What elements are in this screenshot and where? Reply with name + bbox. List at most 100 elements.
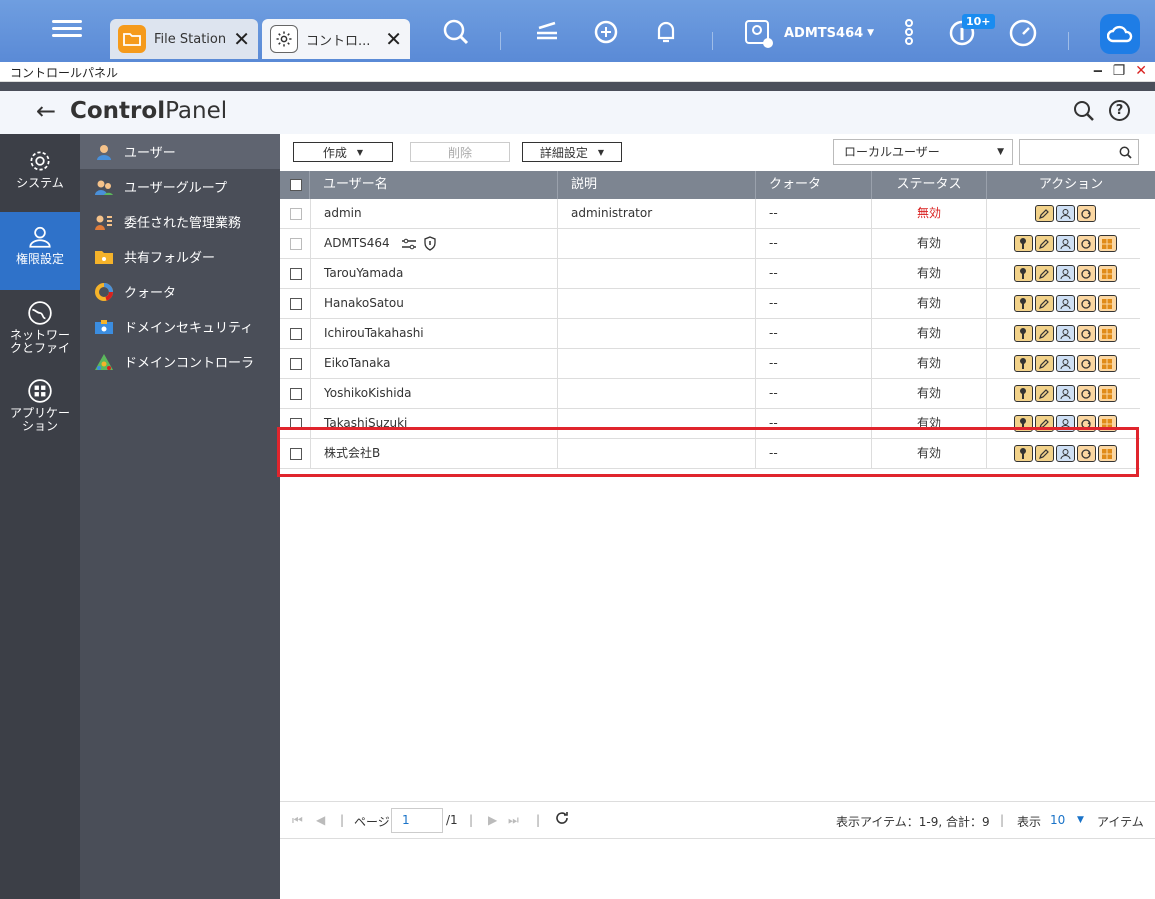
table-row[interactable]: YoshikoKishida -- 有効 [280,379,1140,409]
items-per-page-select[interactable]: 10 [1050,813,1065,827]
application-privilege-icon[interactable] [1097,385,1117,402]
edit-profile-icon[interactable] [1034,325,1054,342]
edit-group-icon[interactable] [1055,205,1075,222]
chevron-down-icon[interactable]: ▼ [1077,815,1084,825]
column-header-description[interactable]: 説明 [558,171,756,199]
edit-profile-icon[interactable] [1034,385,1054,402]
subnav-item-shared-folders[interactable]: 共有フォルダー [80,239,280,274]
advanced-settings-button[interactable]: 詳細設定 ▼ [522,142,622,162]
row-checkbox[interactable] [290,388,302,400]
change-password-icon[interactable] [1013,265,1033,282]
minimize-button[interactable]: ‒ [1093,63,1103,79]
edit-folder-permission-icon[interactable] [1076,205,1096,222]
delete-button[interactable]: 削除 [410,142,510,162]
subnav-item-users[interactable]: ユーザー [80,134,280,169]
first-page-icon[interactable]: ⏮ [292,813,303,828]
change-password-icon[interactable] [1013,385,1033,402]
edit-folder-permission-icon[interactable] [1076,325,1096,342]
show-label: 表示 [1017,815,1042,829]
main-menu-icon[interactable] [52,16,82,46]
application-privilege-icon[interactable] [1097,265,1117,282]
change-password-icon[interactable] [1013,235,1033,252]
edit-group-icon[interactable] [1055,265,1075,282]
subnav-item-quota[interactable]: クォータ [80,274,280,309]
table-row[interactable]: admin administrator -- 無効 [280,199,1140,229]
row-checkbox[interactable] [290,238,302,250]
search-icon[interactable] [1073,100,1095,125]
prev-page-icon[interactable]: ◀ [316,813,325,827]
row-checkbox[interactable] [290,328,302,340]
close-tab-icon[interactable]: ✕ [385,27,402,51]
back-arrow-icon[interactable]: ← [36,97,56,125]
change-password-icon[interactable] [1013,325,1033,342]
select-all-checkbox[interactable] [290,179,302,191]
row-checkbox[interactable] [290,268,302,280]
create-button[interactable]: 作成 ▼ [293,142,393,162]
sidebar-item-network-file[interactable]: ネットワー クとファイ [0,300,80,366]
edit-group-icon[interactable] [1055,325,1075,342]
notification-badge: 10+ [962,14,995,29]
table-row[interactable]: IchirouTakahashi -- 有効 [280,319,1140,349]
subnav-item-user-groups[interactable]: ユーザーグループ [80,169,280,204]
edit-group-icon[interactable] [1055,355,1075,372]
edit-folder-permission-icon[interactable] [1076,355,1096,372]
application-privilege-icon[interactable] [1097,325,1117,342]
row-checkbox[interactable] [290,358,302,370]
close-tab-icon[interactable]: ✕ [233,27,250,51]
more-options-icon[interactable] [895,18,923,46]
tab-control-panel[interactable]: コントロ... ✕ [262,19,410,59]
edit-group-icon[interactable] [1055,235,1075,252]
column-header-status[interactable]: ステータス [872,171,987,199]
stack-icon[interactable] [533,18,561,46]
edit-folder-permission-icon[interactable] [1076,235,1096,252]
edit-profile-icon[interactable] [1034,355,1054,372]
edit-group-icon[interactable] [1055,295,1075,312]
restore-button[interactable]: ❐ [1113,63,1126,79]
change-password-icon[interactable] [1013,355,1033,372]
table-row[interactable]: ADMTS464 -- 有効 [280,229,1140,259]
edit-group-icon[interactable] [1055,385,1075,402]
edit-profile-icon[interactable] [1034,205,1054,222]
cloud-icon[interactable] [1100,14,1140,54]
edit-profile-icon[interactable] [1034,265,1054,282]
dashboard-gauge-icon[interactable] [1008,18,1037,47]
edit-folder-permission-icon[interactable] [1076,385,1096,402]
column-header-quota[interactable]: クォータ [756,171,872,199]
edit-folder-permission-icon[interactable] [1076,295,1096,312]
table-row[interactable]: HanakoSatou -- 有効 [280,289,1140,319]
column-header-action: アクション [1038,177,1104,192]
subnav-item-delegated-admin[interactable]: 委任された管理業務 [80,204,280,239]
next-page-icon[interactable]: ▶ [488,813,497,827]
user-menu[interactable]: ADMTS464 ▼ [744,18,874,48]
row-checkbox[interactable] [290,208,302,220]
refresh-icon[interactable] [555,811,569,828]
search-icon[interactable] [442,18,470,46]
help-icon[interactable]: ? [1109,100,1130,121]
sidebar-item-applications[interactable]: アプリケー ション [0,378,80,444]
quota-cell: -- [756,199,872,229]
table-row[interactable]: EikoTanaka -- 有効 [280,349,1140,379]
table-row[interactable]: TarouYamada -- 有効 [280,259,1140,289]
subnav-item-domain-security[interactable]: ドメインセキュリティ [80,309,280,344]
sync-icon[interactable] [592,18,620,46]
application-privilege-icon[interactable] [1097,355,1117,372]
application-privilege-icon[interactable] [1097,235,1117,252]
search-input[interactable] [1019,139,1139,165]
row-checkbox[interactable] [290,298,302,310]
edit-profile-icon[interactable] [1034,235,1054,252]
edit-profile-icon[interactable] [1034,295,1054,312]
page-number-input[interactable]: 1 [391,808,443,833]
last-page-icon[interactable]: ⏭ [508,813,519,828]
bell-icon[interactable] [652,18,680,46]
column-header-name[interactable]: ユーザー名 [310,171,558,199]
quota-cell: -- [756,289,872,319]
close-button[interactable]: ✕ [1135,63,1147,79]
tab-file-station[interactable]: File Station ✕ [110,19,258,59]
edit-folder-permission-icon[interactable] [1076,265,1096,282]
sidebar-item-permissions[interactable]: 権限設定 [0,212,80,290]
change-password-icon[interactable] [1013,295,1033,312]
subnav-item-domain-controller[interactable]: ドメインコントローラ [80,344,280,379]
sidebar-item-system[interactable]: システム [0,144,80,204]
user-type-select[interactable]: ローカルユーザー ▼ [833,139,1013,165]
application-privilege-icon[interactable] [1097,295,1117,312]
